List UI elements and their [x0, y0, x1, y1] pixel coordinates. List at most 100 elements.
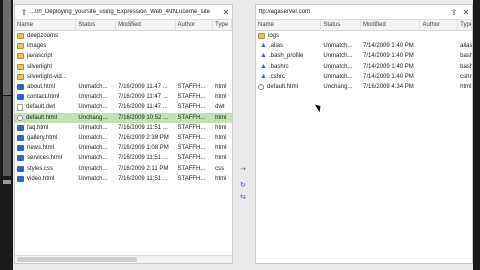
- edge-strip: [3, 0, 11, 95]
- file-row[interactable]: silverlight-vid...: [15, 72, 232, 82]
- file-name: gallery.html: [27, 134, 58, 141]
- cell-name: ▲ .bash_profile: [256, 51, 321, 61]
- col-status[interactable]: Status: [76, 19, 117, 31]
- cell-name: javascript: [15, 51, 76, 61]
- publish-arrow-icon[interactable]: ⇢: [240, 166, 249, 173]
- cell-modified: 7/16/2009 4:34 PM: [363, 84, 414, 91]
- cell-type: alias: [460, 43, 473, 50]
- scrollbar-thumb[interactable]: [17, 257, 137, 262]
- folder-icon: [258, 33, 265, 40]
- file-row[interactable]: default.dwt Unmatch... 7/16/2009 11:47 ...…: [15, 102, 232, 112]
- file-name: contact.html: [27, 94, 60, 101]
- right-window-edge: [473, 0, 480, 270]
- cell-type: bash: [460, 53, 473, 60]
- file-up-icon: ▲: [260, 73, 266, 80]
- cell-status: Unmatch...: [78, 145, 108, 152]
- cell-name: about.html: [15, 82, 76, 92]
- local-path-bar: ⇪ ...0h_Deploying_yoursite_using_Express…: [15, 5, 232, 20]
- cell-author: STAFFH...: [177, 104, 206, 111]
- file-row[interactable]: styles.css Unmatch... 7/16/2009 2:11 PM STA…: [15, 163, 232, 173]
- file-row[interactable]: ▲.cshrcUnmatch...7/14/2009 1:40 PMcshrc: [256, 72, 472, 82]
- file-name: silverlight-vid...: [27, 73, 67, 80]
- edge-strip: [3, 180, 11, 184]
- local-site-pane: ⇪ ...0h_Deploying_yoursite_using_Express…: [14, 4, 233, 264]
- html-file-icon: [17, 155, 24, 162]
- cell-name: faq.html: [15, 123, 76, 133]
- left-window-edge: [0, 0, 13, 270]
- folder-icon: [17, 33, 24, 40]
- col-type[interactable]: Type: [458, 19, 472, 31]
- file-up-icon: ▲: [260, 53, 266, 60]
- file-row[interactable]: logs: [256, 31, 472, 41]
- file-row[interactable]: default.html Unchang... 7/16/2009 10:52 ..…: [15, 112, 232, 123]
- cell-author: STAFFH...: [177, 94, 206, 101]
- file-name: logs: [268, 33, 280, 40]
- cell-author: STAFFH...: [177, 175, 206, 182]
- cell-status: Unmatch...: [78, 94, 108, 101]
- file-row[interactable]: faq.html Unmatch... 7/16/2009 11:51 ... STA…: [15, 123, 232, 133]
- col-type[interactable]: Type: [213, 19, 232, 31]
- cell-author: STAFFH...: [177, 165, 206, 172]
- file-name: javascript: [27, 53, 53, 60]
- file-row[interactable]: silverlight: [15, 62, 232, 72]
- file-row[interactable]: images: [15, 41, 232, 51]
- file-row[interactable]: news.html Unmatch... 7/16/2009 1:08 PM STAF…: [15, 143, 232, 153]
- col-modified[interactable]: Modified: [361, 19, 421, 31]
- cell-type: cshrc: [460, 73, 472, 80]
- col-author[interactable]: Author: [176, 19, 214, 31]
- folder-up-icon[interactable]: ⇪: [448, 6, 460, 18]
- file-row[interactable]: ▲ .alias Unmatch... 7/14/2009 1:40 PM alias: [256, 41, 472, 51]
- cell-modified: 7/16/2009 11:47 ...: [118, 94, 168, 101]
- col-modified[interactable]: Modified: [116, 19, 176, 31]
- close-icon[interactable]: ✕: [460, 6, 472, 18]
- cell-status: Unmatch...: [78, 165, 108, 172]
- cell-status: Unmatch...: [78, 134, 108, 141]
- file-row[interactable]: deepzooms: [15, 31, 232, 41]
- file-name: .bashrc: [269, 63, 289, 70]
- file-name: default.dwt: [26, 104, 56, 111]
- cell-modified: 7/16/2009 2:11 PM: [118, 165, 169, 172]
- file-row[interactable]: ▲ .bash_profile Unmatch... 7/14/2009 1:40 P…: [256, 51, 472, 61]
- html-file-icon: [17, 134, 24, 141]
- cell-status: Unmatch...: [78, 84, 108, 91]
- col-name[interactable]: Name: [15, 19, 77, 31]
- col-author[interactable]: Author: [420, 19, 459, 31]
- remote-path: ftp://agaserver.com: [259, 9, 311, 15]
- html-file-icon: [17, 175, 24, 182]
- col-status[interactable]: Status: [321, 19, 362, 31]
- refresh-icon[interactable]: ↻: [240, 182, 249, 189]
- html-file-icon: [17, 165, 24, 172]
- document-icon: [17, 114, 23, 121]
- cell-status: Unmatch...: [78, 175, 108, 182]
- cell-name: default.html: [256, 82, 321, 92]
- file-row[interactable]: gallery.html Unmatch... 7/16/2009 2:38 PM S…: [15, 133, 232, 143]
- cell-name: silverlight-vid...: [15, 72, 76, 82]
- file-row[interactable]: ▲ .bashrc Unmatch... 7/14/2009 1:40 PM bash: [256, 62, 472, 72]
- cell-name: ▲ .bashrc: [256, 62, 321, 72]
- remote-path-bar: ftp://agaserver.com ⇪ ✕: [256, 5, 472, 20]
- cell-modified: 7/14/2009 1:40 PM: [363, 73, 414, 80]
- edge-strip: [3, 96, 11, 176]
- file-name: news.html: [27, 145, 55, 152]
- cell-status: Unmatch...: [323, 53, 353, 60]
- transfer-controls: ⇢ ↻ ⇆: [237, 0, 253, 270]
- cell-author: STAFFH...: [177, 145, 206, 152]
- file-row[interactable]: video.html Unmatch... 7/16/2009 11:51 ... S…: [15, 174, 232, 184]
- cell-modified: 7/16/2009 11:51 ...: [118, 155, 168, 162]
- file-name: silverlight: [27, 63, 53, 70]
- folder-up-icon[interactable]: ⇪: [18, 6, 30, 18]
- file-row[interactable]: contact.html Unmatch... 7/16/2009 11:47 ..…: [15, 92, 232, 102]
- close-icon[interactable]: ✕: [220, 6, 232, 18]
- file-row[interactable]: default.html Unchang... 7/16/2009 4:34 PM h…: [256, 82, 472, 92]
- cell-type: css: [215, 165, 225, 172]
- col-name[interactable]: Name: [256, 19, 322, 31]
- cell-name: ▲ .cshrc: [256, 72, 321, 82]
- sync-arrow-icon[interactable]: ⇆: [240, 194, 249, 201]
- file-row[interactable]: services.html Unmatch... 7/16/2009 11:51 .…: [15, 153, 232, 163]
- cell-modified: 7/16/2009 11:47 ...: [118, 84, 168, 91]
- remote-column-headers: Name Status Modified Author Type: [256, 19, 472, 31]
- file-row[interactable]: javascript: [15, 51, 232, 61]
- horizontal-scrollbar[interactable]: [15, 255, 232, 263]
- cell-modified: 7/16/2009 11:47 ...: [118, 104, 168, 111]
- file-row[interactable]: about.html Unmatch... 7/16/2009 11:47 ... S…: [15, 82, 232, 92]
